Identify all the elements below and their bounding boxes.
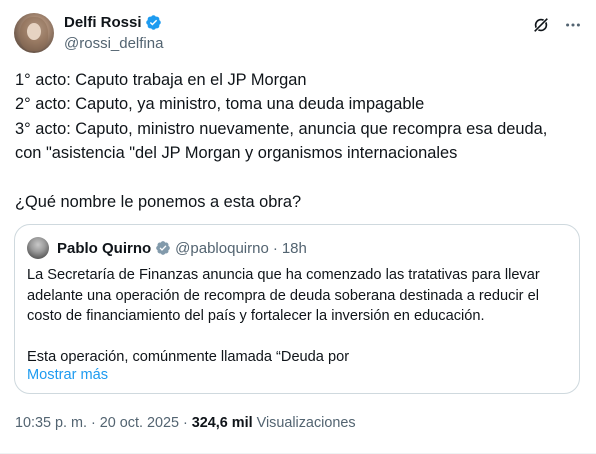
author-handle[interactable]: @rossi_delfina — [64, 35, 163, 52]
tweet-line: con "asistencia "del JP Morgan y organis… — [15, 144, 458, 163]
more-icon[interactable] — [564, 16, 582, 34]
tweet-line: 1° acto: Caputo trabaja en el JP Morgan — [15, 71, 307, 89]
quoted-tweet-header: Pablo Quirno @pabloquirno · 18h — [27, 237, 307, 259]
quoted-separator: · — [272, 239, 278, 257]
quoted-tweet-text: La Secretaría de Finanzas anuncia que ha… — [27, 265, 567, 367]
views-label: Visualizaciones — [256, 415, 356, 431]
author-display-name[interactable]: Delfi Rossi — [64, 14, 142, 31]
quoted-author-avatar — [27, 237, 49, 259]
verified-badge-icon — [145, 14, 162, 31]
tweet-header: Delfi Rossi @rossi_delfina — [14, 13, 582, 55]
tweet-line: 2° acto: Caputo, ya ministro, toma una d… — [15, 95, 425, 114]
header-actions — [532, 16, 582, 34]
quoted-tweet[interactable]: Pablo Quirno @pabloquirno · 18h La Secre… — [14, 224, 580, 394]
quoted-time: 18h — [281, 239, 307, 257]
quote-line: costo de financiamiento del país y forta… — [27, 308, 485, 324]
tweet-line: ¿Qué nombre le ponemos a esta obra? — [15, 192, 302, 211]
views-count: 324,6 mil — [191, 415, 253, 431]
tweet-timestamp[interactable]: 10:35 p. m. · 20 oct. 2025 — [15, 415, 179, 431]
quoted-author-handle: @pabloquirno — [175, 239, 269, 257]
government-badge-icon — [155, 240, 171, 256]
author-name-line: Delfi Rossi — [64, 14, 162, 31]
meta-separator: · — [179, 415, 192, 431]
quote-line: La Secretaría de Finanzas anuncia que ha… — [27, 267, 540, 283]
quoted-author-name: Pablo Quirno — [57, 239, 152, 257]
author-avatar[interactable] — [14, 13, 54, 53]
quote-line: adelante una operación de recompra de de… — [27, 287, 539, 304]
tweet-meta: 10:35 p. m. · 20 oct. 2025 · 324,6 mil V… — [15, 415, 356, 431]
grok-icon[interactable] — [532, 16, 550, 34]
tweet-text: 1° acto: Caputo trabaja en el JP Morgan … — [15, 68, 581, 214]
tweet-line: 3° acto: Caputo, ministro nuevamente, an… — [15, 119, 548, 138]
quote-line: Esta operación, comúnmente llamada “Deud… — [27, 348, 350, 365]
show-more-link[interactable]: Mostrar más — [27, 367, 108, 383]
